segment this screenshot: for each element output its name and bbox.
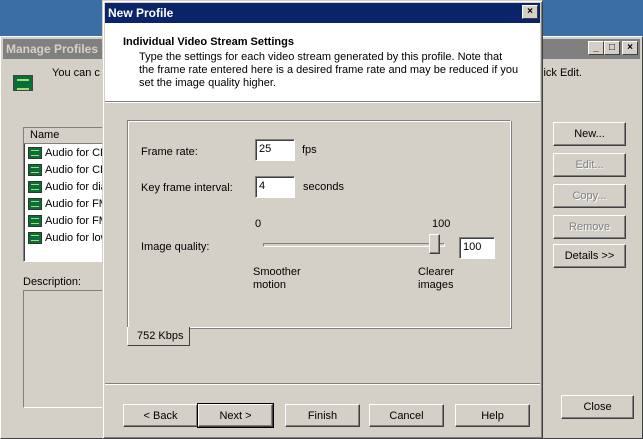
quality-min-label: 0 (255, 218, 262, 230)
new-profile-dialog: New Profile × Individual Video Stream Se… (102, 0, 543, 439)
list-column-header-name[interactable]: Name (24, 128, 112, 144)
frame-rate-unit: fps (302, 144, 317, 156)
image-quality-label: Image quality: (141, 241, 210, 253)
header-divider (105, 102, 540, 103)
dialog-titlebar-buttons: × (522, 5, 538, 19)
key-frame-label: Key frame interval: (141, 182, 233, 194)
minimize-button[interactable]: _ (588, 41, 604, 55)
dialog-close-button[interactable]: × (522, 5, 538, 19)
edit-button[interactable]: Edit... (553, 153, 626, 177)
maximize-button[interactable]: □ (604, 41, 620, 55)
audio-profile-icon (28, 180, 42, 193)
cancel-button[interactable]: Cancel (369, 404, 444, 427)
frame-rate-input[interactable]: 25 (255, 139, 295, 161)
list-item[interactable]: Audio for low (24, 229, 112, 246)
remove-button[interactable]: Remove (553, 215, 626, 239)
profile-list[interactable]: Name Audio for CD Audio for CD Audio for… (23, 127, 113, 262)
copy-button[interactable]: Copy... (553, 184, 626, 208)
finish-button[interactable]: Finish (285, 404, 360, 427)
help-button[interactable]: Help (455, 404, 530, 427)
header-description: Type the settings for each video stream … (139, 51, 519, 89)
intro-text-right: lick Edit. (541, 67, 582, 79)
list-item[interactable]: Audio for FM (24, 212, 112, 229)
titlebar-buttons: _ □ × (588, 41, 638, 55)
window-title: Manage Profiles (6, 42, 99, 56)
close-button[interactable]: Close (561, 395, 634, 419)
list-item[interactable]: Audio for FM (24, 195, 112, 212)
image-quality-slider-track[interactable] (263, 243, 445, 247)
profile-manager-icon (13, 75, 33, 91)
list-item[interactable]: Audio for CD (24, 161, 112, 178)
description-label: Description: (23, 276, 82, 288)
new-button[interactable]: New... (553, 122, 626, 146)
bitrate-tab[interactable]: 752 Kbps (127, 327, 190, 346)
frame-rate-label: Frame rate: (141, 146, 198, 158)
list-item[interactable]: Audio for CD (24, 144, 112, 161)
header-title: Individual Video Stream Settings (123, 36, 294, 48)
smoother-motion-caption: Smoother motion (253, 266, 301, 291)
list-item[interactable]: Audio for dia (24, 178, 112, 195)
back-button[interactable]: < Back (123, 404, 198, 427)
dialog-titlebar: New Profile × (105, 3, 540, 23)
image-quality-slider-thumb[interactable] (429, 234, 440, 254)
clearer-images-caption: Clearer images (418, 266, 455, 291)
audio-profile-icon (28, 214, 42, 227)
image-quality-input[interactable]: 100 (459, 237, 495, 259)
description-box (23, 290, 113, 408)
dialog-header: Individual Video Stream Settings Type th… (105, 23, 540, 102)
audio-profile-icon (28, 146, 42, 159)
audio-profile-icon (28, 231, 42, 244)
key-frame-input[interactable]: 4 (255, 176, 295, 198)
details-button[interactable]: Details >> (553, 244, 626, 268)
dialog-title: New Profile (108, 6, 174, 20)
quality-max-label: 100 (432, 218, 451, 230)
audio-profile-icon (28, 163, 42, 176)
intro-text: You can c (52, 67, 100, 79)
audio-profile-icon (28, 197, 42, 210)
close-window-button[interactable]: × (622, 41, 638, 55)
next-button[interactable]: Next > (197, 403, 274, 428)
key-frame-unit: seconds (303, 181, 344, 193)
button-separator (105, 383, 540, 385)
